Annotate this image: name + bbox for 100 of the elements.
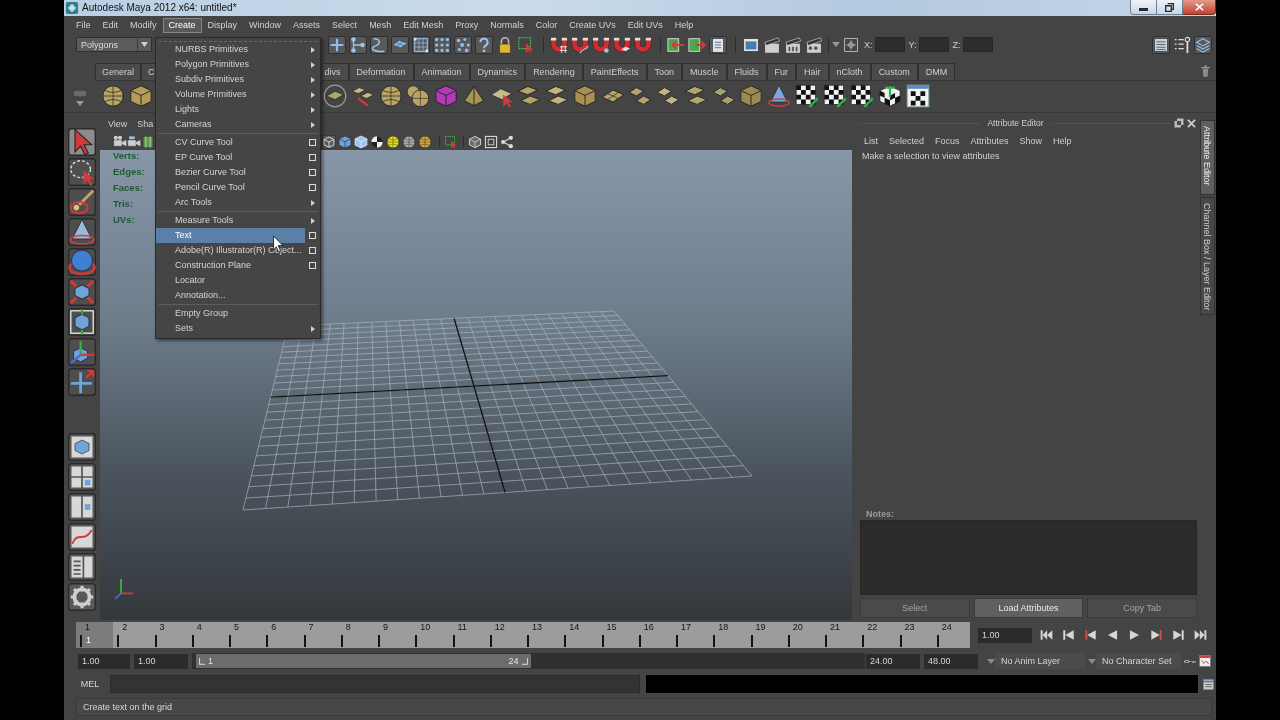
clapper-icon[interactable] <box>805 35 823 54</box>
menu-item[interactable]: Proxy <box>449 17 485 33</box>
plane-magnet-icon[interactable] <box>613 35 631 54</box>
history-icon[interactable] <box>709 35 727 54</box>
panel-tab[interactable]: Attribute Editor <box>1200 120 1215 195</box>
single-pane-icon[interactable] <box>68 433 96 461</box>
grid-magnet-icon[interactable] <box>550 35 568 54</box>
timeline-frame[interactable]: 16 <box>634 622 672 648</box>
checker-sphere-icon[interactable] <box>370 134 384 149</box>
pyramid-icon[interactable] <box>461 83 486 108</box>
layers-icon[interactable] <box>1194 35 1212 54</box>
grid-icon[interactable] <box>412 35 430 54</box>
planes-icon[interactable] <box>683 83 708 108</box>
menu-item[interactable]: EP Curve Tool <box>156 150 305 165</box>
option-box-icon[interactable] <box>309 169 316 176</box>
timeline-frame[interactable]: 12 <box>485 622 523 648</box>
menu-item[interactable]: Mesh <box>363 17 398 33</box>
brush-icon[interactable] <box>68 188 96 216</box>
cube-icon[interactable] <box>128 83 153 108</box>
start-time-field[interactable]: 1.00 <box>78 653 130 669</box>
shelf-tab[interactable]: Dynamics <box>469 63 526 80</box>
nodes-icon[interactable] <box>349 35 367 54</box>
timeline-frame[interactable]: 4 <box>187 622 225 648</box>
sphere-icon[interactable] <box>418 134 432 149</box>
menu-item[interactable]: Show <box>1014 136 1048 146</box>
menu-item[interactable]: Polygon Primitives <box>156 57 305 72</box>
shelf-tab[interactable]: Hair <box>796 63 829 80</box>
timeline-frame[interactable]: 17 <box>672 622 710 648</box>
range-handle-icon[interactable] <box>199 657 205 665</box>
caret-icon[interactable] <box>987 658 995 664</box>
magnet-icon[interactable] <box>634 35 652 54</box>
menu-item[interactable]: Normals <box>484 17 530 33</box>
particles-icon[interactable] <box>454 35 472 54</box>
menu-item[interactable]: Selected <box>883 136 930 146</box>
cube-icon[interactable] <box>338 134 352 149</box>
timeline-frame[interactable]: 20 <box>783 622 821 648</box>
coordinate-field[interactable] <box>918 37 949 52</box>
point-magnet-icon[interactable] <box>592 35 610 54</box>
end-time-field[interactable]: 48.00 <box>924 653 978 669</box>
help-icon[interactable] <box>475 35 493 54</box>
cube-icon[interactable] <box>572 83 597 108</box>
range-bar[interactable]: 1 24 <box>196 654 531 668</box>
list-pane-icon[interactable] <box>68 553 96 581</box>
snap-target-icon[interactable] <box>843 36 859 53</box>
menu-item[interactable]: Locator <box>156 273 305 288</box>
lasso-icon[interactable] <box>68 158 96 186</box>
float-panel-icon[interactable] <box>1174 118 1184 128</box>
character-set-dropdown[interactable]: No Character Set <box>1096 653 1181 669</box>
close-button[interactable] <box>1183 0 1216 15</box>
shelf-tab[interactable]: Fur <box>766 63 797 80</box>
menu-item[interactable]: Edit Mesh <box>397 17 450 33</box>
checker-icon[interactable] <box>850 83 875 108</box>
tiles-icon[interactable] <box>391 35 409 54</box>
skip-to-start-icon[interactable] <box>1040 629 1053 641</box>
timeline-frame[interactable]: 15 <box>597 622 635 648</box>
timeline-frame[interactable]: 14 <box>560 622 598 648</box>
menu-item[interactable]: CV Curve Tool <box>156 135 305 150</box>
close-icon[interactable] <box>1187 118 1196 128</box>
timeline-frame[interactable]: 18 <box>709 622 747 648</box>
key-icon[interactable] <box>1184 657 1196 665</box>
shelf-tab[interactable]: Animation <box>413 63 470 80</box>
menu-item[interactable]: Pencil Curve Tool <box>156 180 305 195</box>
shelf-tab[interactable]: C <box>141 63 155 80</box>
panel-tab[interactable]: Channel Box / Layer Editor <box>1200 197 1215 315</box>
spheres-icon[interactable] <box>406 83 431 108</box>
shelf-tab[interactable]: PaintEffects <box>582 63 647 80</box>
window-icon[interactable] <box>1203 678 1214 690</box>
menu-item[interactable]: Help <box>668 17 700 33</box>
film-icon[interactable] <box>141 134 155 149</box>
option-box-icon[interactable] <box>309 247 316 254</box>
calendar-icon[interactable] <box>1199 655 1211 667</box>
sphere-icon[interactable] <box>386 134 400 149</box>
coordinate-field[interactable] <box>962 37 993 52</box>
sphere-icon[interactable] <box>101 83 125 108</box>
menu-item[interactable]: Empty Group <box>156 306 305 321</box>
timeline-frame[interactable]: 13 <box>523 622 561 648</box>
menu-item[interactable]: Bezier Curve Tool <box>156 165 305 180</box>
shelf-tab[interactable]: Custom <box>870 63 918 80</box>
axes-cube-icon[interactable] <box>68 338 96 366</box>
timeline-frame[interactable]: 2 <box>113 622 151 648</box>
menu-item[interactable]: Cameras <box>156 117 305 132</box>
anim-layer-dropdown[interactable]: No Anim Layer <box>995 653 1085 669</box>
time-slider[interactable]: 1 1 2 3 4 5 6 7 8 9 10 11 12 13 14 15 16 17 18 19 20 21 22 23 24 <box>76 622 970 648</box>
lock-icon[interactable] <box>496 35 514 54</box>
maximize-button[interactable] <box>1157 0 1183 15</box>
timeline-frame[interactable]: 24 <box>932 622 970 648</box>
menu-item[interactable]: Text <box>156 228 305 243</box>
step-back-icon[interactable] <box>1062 629 1075 641</box>
playback-end-field[interactable]: 24.00 <box>866 653 920 669</box>
menu-item[interactable]: Select <box>326 17 364 33</box>
sphere-icon[interactable] <box>402 134 416 149</box>
menu-item[interactable]: Subdiv Primitives <box>156 72 305 87</box>
menu-item[interactable]: Create <box>162 17 202 33</box>
selection-box-icon[interactable] <box>517 35 535 54</box>
current-time-field[interactable]: 1.00 <box>978 627 1032 643</box>
caret-icon[interactable] <box>832 42 840 47</box>
shelf-tab[interactable]: DMM <box>917 63 956 80</box>
selection-box-icon[interactable] <box>444 134 458 149</box>
menu-item[interactable]: Attributes <box>965 136 1015 146</box>
menu-item[interactable]: Volume Primitives <box>156 87 305 102</box>
